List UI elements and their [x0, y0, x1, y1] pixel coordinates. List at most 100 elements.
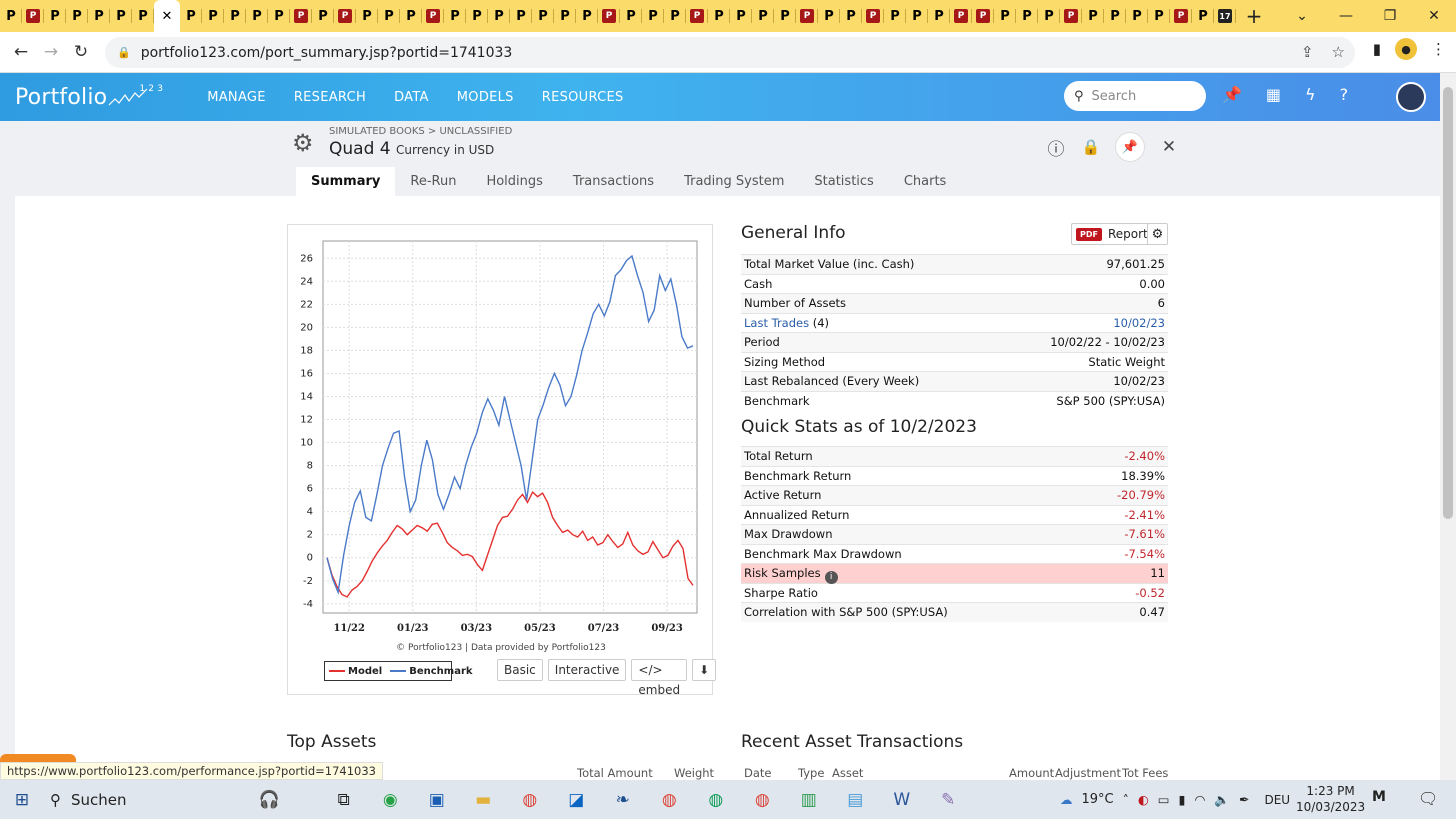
notifications-icon[interactable]: 🗨	[1418, 789, 1438, 808]
browser-tab[interactable]: P	[1170, 0, 1192, 32]
embed-button[interactable]: </> embed	[631, 659, 688, 697]
breadcrumb[interactable]: SIMULATED BOOKS > UNCLASSIFIED	[329, 126, 512, 137]
nav-resources[interactable]: RESOURCES	[542, 90, 624, 105]
col-amount[interactable]: Amount	[1009, 766, 1054, 780]
pin-icon[interactable]: 📌	[1115, 132, 1145, 162]
browser-tab[interactable]: P	[290, 0, 312, 32]
tab-transactions[interactable]: Transactions	[558, 167, 669, 196]
info-icon[interactable]: i	[824, 571, 838, 584]
tab-trading-system[interactable]: Trading System	[669, 167, 799, 196]
tab-charts[interactable]: Charts	[889, 167, 962, 196]
browser-tab[interactable]: P	[752, 0, 774, 32]
browser-tab[interactable]: P	[576, 0, 598, 32]
apps-grid-icon[interactable]: ▦	[1266, 85, 1281, 104]
browser-tab[interactable]: P	[950, 0, 972, 32]
nav-data[interactable]: DATA	[394, 90, 429, 105]
back-icon[interactable]: ←	[6, 42, 36, 62]
site-search-input[interactable]: ⚲ Search	[1064, 81, 1206, 111]
interactive-button[interactable]: Interactive	[547, 659, 627, 681]
browser-tab[interactable]: P	[466, 0, 488, 32]
info-icon[interactable]: ⓘ	[1045, 136, 1067, 160]
report-settings-gear-icon[interactable]: ⚙	[1147, 223, 1168, 245]
browser-tab[interactable]: P	[972, 0, 994, 32]
outlook-icon[interactable]: ◪	[553, 780, 600, 819]
new-tab-button[interactable]: +	[1242, 4, 1266, 28]
meet-now-icon[interactable]: Ⅿ	[1372, 789, 1386, 805]
col-adjustment[interactable]: Adjustment	[1055, 766, 1121, 780]
word-icon[interactable]: W	[879, 780, 926, 819]
browser-tab[interactable]: P	[774, 0, 796, 32]
browser-tab[interactable]: P	[840, 0, 862, 32]
browser-tab[interactable]: P	[862, 0, 884, 32]
nav-manage[interactable]: MANAGE	[207, 90, 266, 105]
stock-chart-app-icon[interactable]: ▥	[786, 780, 833, 819]
browser-tab[interactable]: P	[1192, 0, 1214, 32]
browser-tab[interactable]: 17	[1214, 0, 1236, 32]
browser-tab[interactable]: P	[708, 0, 730, 32]
col-type[interactable]: Type	[798, 766, 824, 780]
browser-tab[interactable]: P	[22, 0, 44, 32]
whatsapp-icon[interactable]: ◉	[367, 780, 414, 819]
browser-tab[interactable]: P	[928, 0, 950, 32]
wifi-icon[interactable]: ◠	[1195, 792, 1206, 807]
browser-tab[interactable]: P	[510, 0, 532, 32]
browser-tab[interactable]: P	[994, 0, 1016, 32]
browser-tab[interactable]: P	[400, 0, 422, 32]
nav-research[interactable]: RESEARCH	[294, 90, 366, 105]
minimize-button[interactable]: —	[1324, 0, 1368, 32]
browser-tab[interactable]: P	[884, 0, 906, 32]
nav-models[interactable]: MODELS	[457, 90, 514, 105]
browser-tab[interactable]: P	[246, 0, 268, 32]
scrollbar-thumb[interactable]	[1443, 87, 1453, 519]
browser-tab[interactable]: P	[620, 0, 642, 32]
tab-summary[interactable]: Summary	[296, 167, 396, 196]
browser-tab[interactable]: P	[444, 0, 466, 32]
windows-start-icon[interactable]: ⊞	[0, 780, 44, 819]
volume-icon[interactable]: 🔈	[1214, 792, 1230, 808]
forward-icon[interactable]: →	[36, 42, 66, 62]
browser-tab[interactable]: P	[1104, 0, 1126, 32]
tray-overflow-icon[interactable]: ˄	[1123, 792, 1129, 807]
browser-tab[interactable]: P	[88, 0, 110, 32]
browser-tab[interactable]: P	[664, 0, 686, 32]
browser-tab[interactable]: P	[0, 0, 22, 32]
performance-chart[interactable]: -4-20246810121416182022242611/22 01/23 03/…	[288, 225, 714, 645]
authenticator-icon[interactable]: ▣	[414, 780, 461, 819]
taskbar-clock[interactable]: 1:23 PM 10/03/2023	[1296, 783, 1365, 815]
col-weight[interactable]: Weight	[674, 766, 714, 780]
browser-tab[interactable]: P	[334, 0, 356, 32]
chrome-profile-4-icon[interactable]: ◍	[739, 780, 786, 819]
share-icon[interactable]: ⇪	[1301, 43, 1314, 61]
legend-benchmark[interactable]: Benchmark	[390, 666, 473, 677]
row-value[interactable]: 10/02/23	[1113, 314, 1165, 333]
last-trades-link[interactable]: Last Trades	[744, 316, 809, 330]
address-bar[interactable]: 🔒 portfolio123.com/port_summary.jsp?port…	[105, 37, 1355, 68]
reload-icon[interactable]: ↻	[66, 42, 96, 62]
col-tot-fees[interactable]: Tot Fees	[1122, 766, 1168, 780]
browser-tab[interactable]: P	[906, 0, 928, 32]
pen-icon[interactable]: ✒	[1239, 792, 1249, 807]
pdf-report-button[interactable]: PDF Report	[1071, 223, 1155, 245]
download-icon[interactable]: ⬇	[692, 659, 717, 681]
lock-icon[interactable]: 🔒	[117, 46, 131, 59]
url-text[interactable]: portfolio123.com/port_summary.jsp?portid…	[141, 45, 513, 61]
browser-tab[interactable]: P	[796, 0, 818, 32]
browser-tab[interactable]: P	[1148, 0, 1170, 32]
browser-tab[interactable]: P	[422, 0, 444, 32]
portfolio123-logo[interactable]: Portfolio 1 2 3	[15, 84, 177, 110]
browser-tab[interactable]: P	[132, 0, 154, 32]
browser-tab[interactable]: P	[180, 0, 202, 32]
browser-tab[interactable]: P	[202, 0, 224, 32]
user-avatar[interactable]	[1396, 82, 1426, 112]
browser-tab[interactable]: P	[1082, 0, 1104, 32]
weather-temp[interactable]: 19°C	[1082, 792, 1114, 807]
chrome-profile-2-icon[interactable]: ◍	[646, 780, 693, 819]
close-icon[interactable]: ✕	[1158, 136, 1180, 158]
browser-tab[interactable]: P	[598, 0, 620, 32]
col-date[interactable]: Date	[744, 766, 772, 780]
help-icon[interactable]: ?	[1340, 85, 1349, 104]
chrome-profile-3-icon[interactable]: ◍	[693, 780, 740, 819]
browser-tab[interactable]: P	[110, 0, 132, 32]
restore-button[interactable]: ❐	[1368, 0, 1412, 32]
col-asset[interactable]: Asset	[832, 766, 863, 780]
